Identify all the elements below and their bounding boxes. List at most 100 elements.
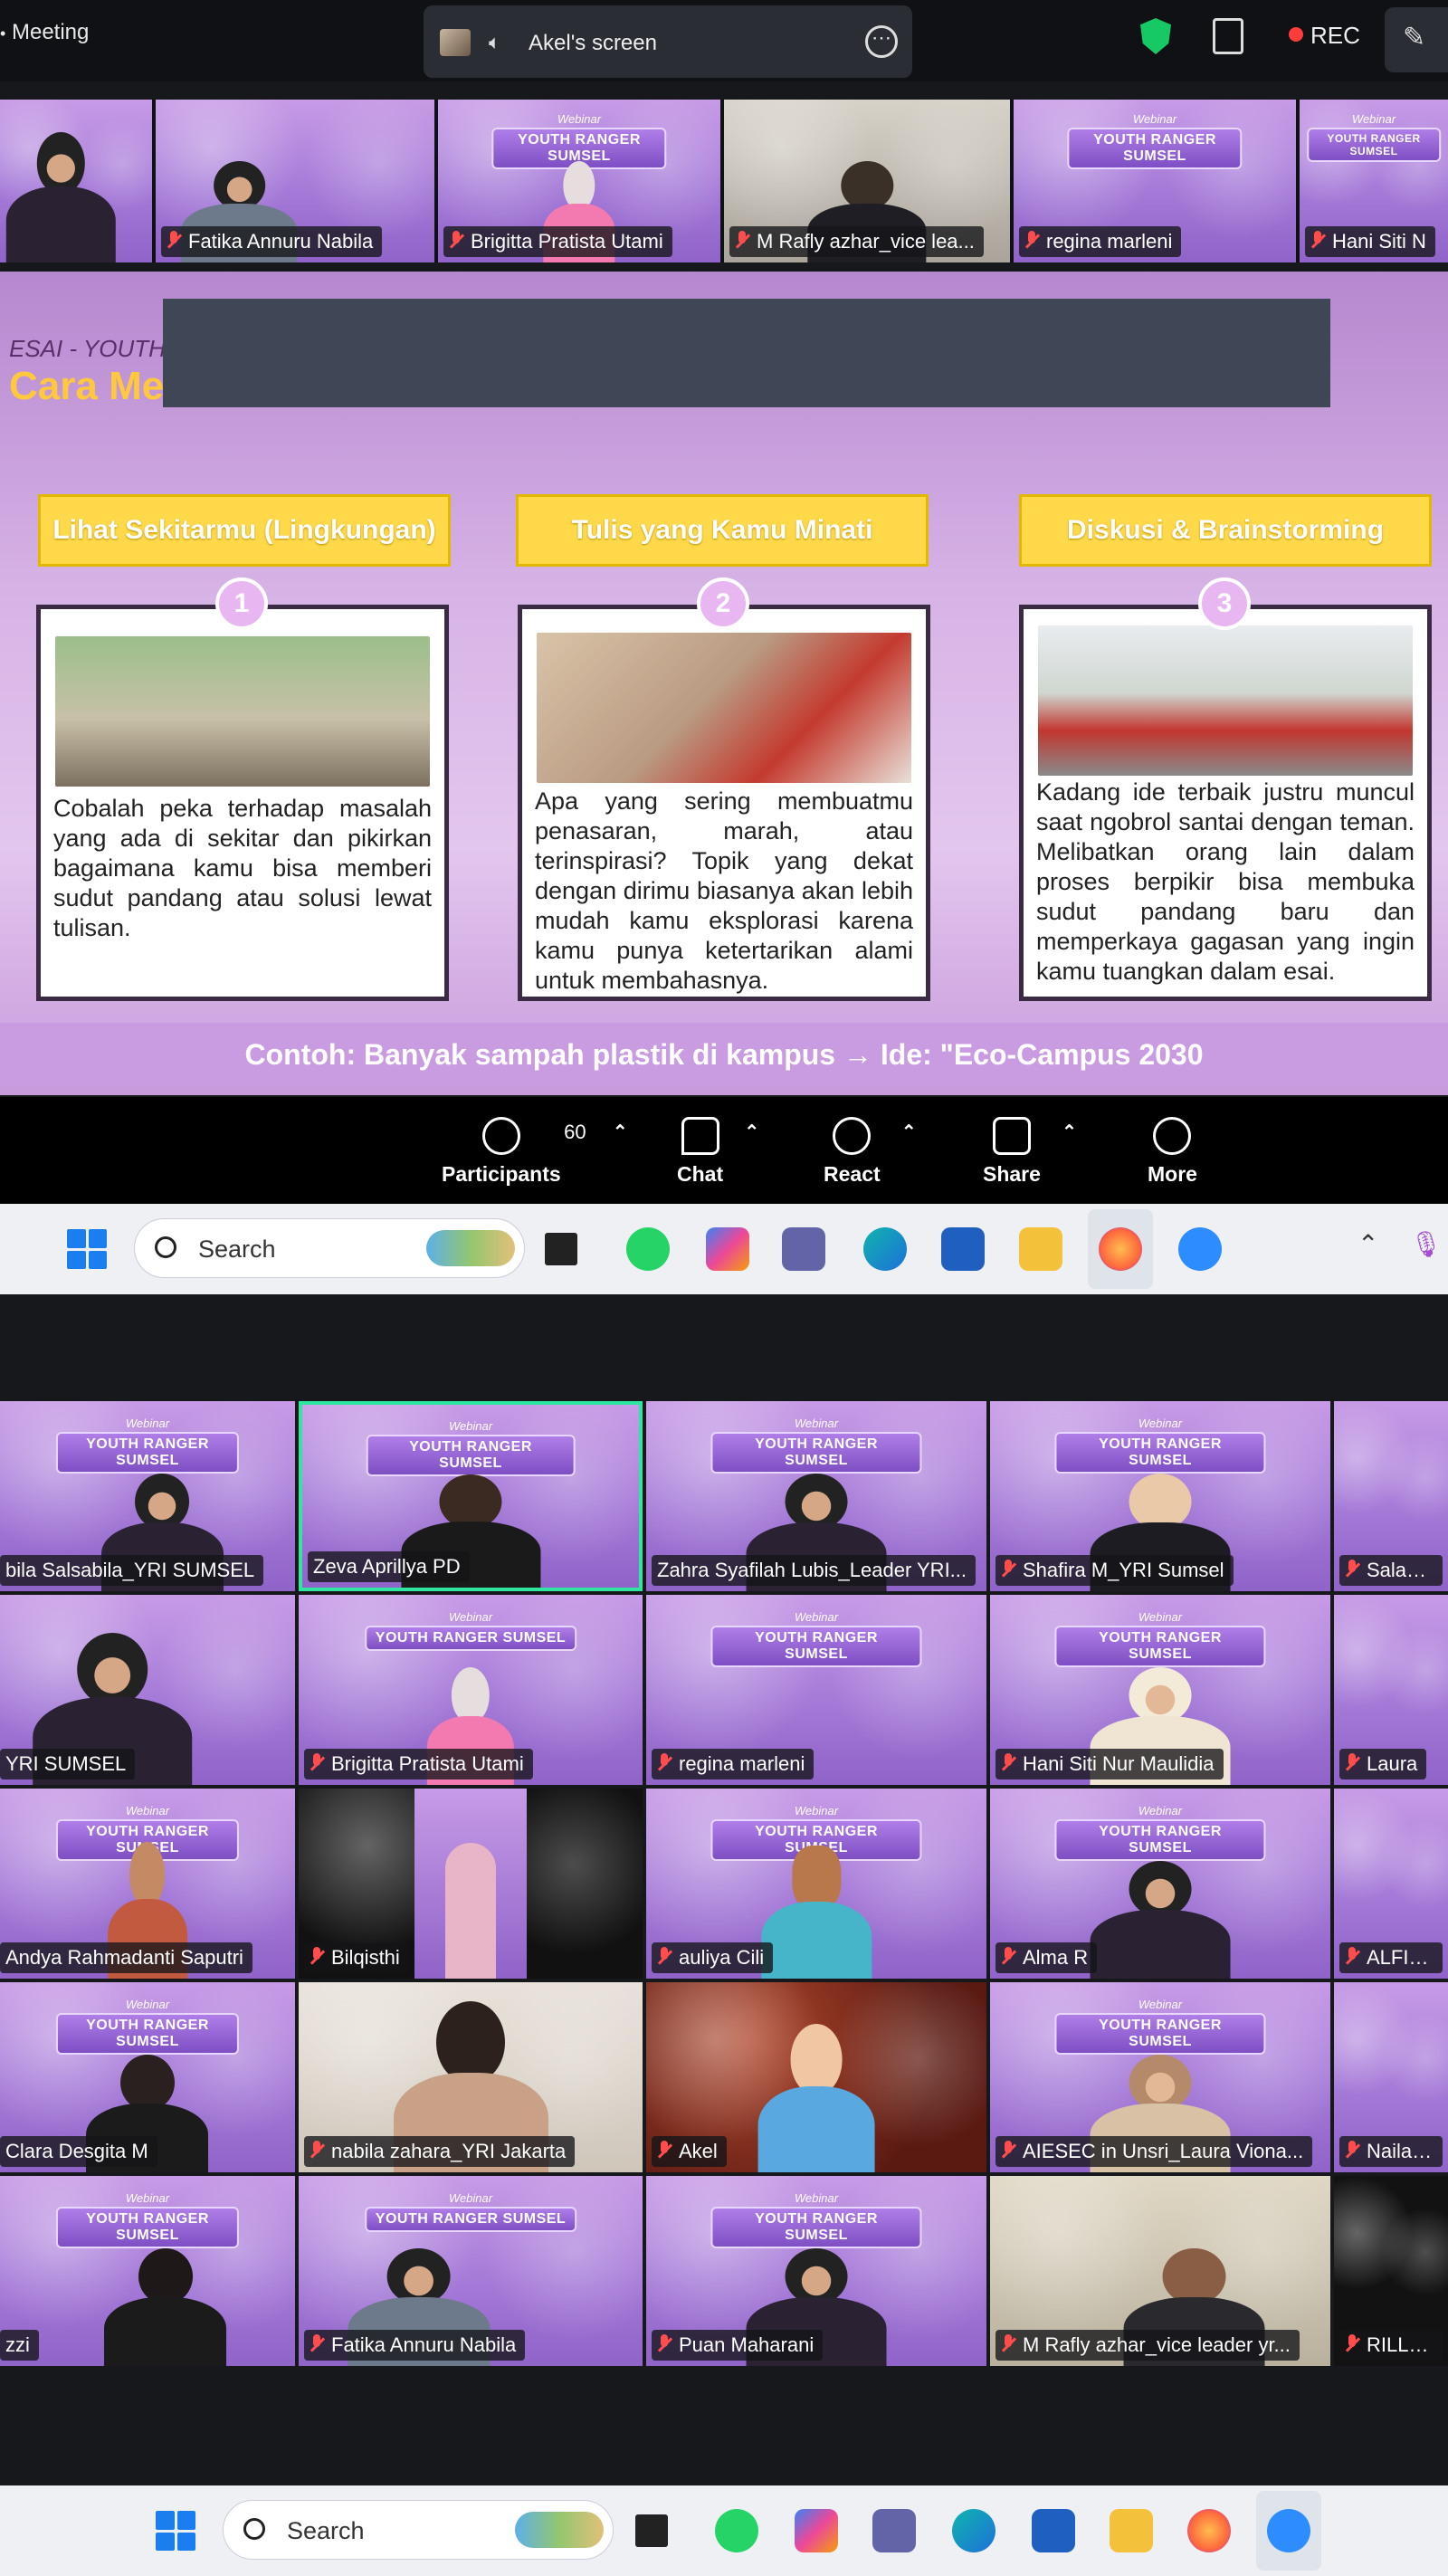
muted-mic-icon xyxy=(310,2334,324,2354)
whatsapp-icon[interactable] xyxy=(715,2509,758,2552)
store-icon[interactable] xyxy=(941,1227,985,1271)
gallery-tile[interactable]: ALFIATU xyxy=(1334,1789,1448,1979)
gallery-tile[interactable]: Salasatu xyxy=(1334,1401,1448,1591)
participant-avatar xyxy=(755,1846,877,1979)
windows-start-icon[interactable] xyxy=(156,2511,195,2551)
search-highlight-image xyxy=(515,2512,604,2548)
participant-name: Clara Desgita M xyxy=(0,2136,157,2167)
annotate-icon[interactable]: ✎ xyxy=(1385,7,1448,72)
tray-chevron-icon[interactable]: ⌃ xyxy=(1358,1229,1378,1259)
chevron-up-icon[interactable]: ⌃ xyxy=(901,1121,917,1143)
muted-mic-icon xyxy=(657,1753,672,1773)
task-view-icon[interactable] xyxy=(545,1233,577,1265)
gallery-tile[interactable]: nabila zahara_YRI Jakarta xyxy=(299,1982,643,2172)
security-shield-icon[interactable] xyxy=(1140,18,1171,54)
gallery-tile-active[interactable]: Webinar YOUTH RANGER SUMSEL Zeva Aprillya… xyxy=(299,1401,643,1591)
column-photo-2 xyxy=(537,633,911,783)
whatsapp-icon[interactable] xyxy=(626,1227,670,1271)
webinar-banner: WebinarYOUTH RANGER SUMSEL xyxy=(1307,112,1441,163)
strip-tile[interactable] xyxy=(0,100,152,262)
taskbar-search[interactable]: Search xyxy=(223,2500,614,2560)
copilot-icon[interactable] xyxy=(706,1227,749,1271)
gallery-tile[interactable]: Webinar YOUTH RANGER SUMSEL Clara Desgita… xyxy=(0,1982,295,2172)
firefox-icon[interactable] xyxy=(1187,2509,1231,2552)
notes-icon[interactable] xyxy=(1213,18,1243,54)
gallery-tile[interactable]: Webinar YOUTH RANGER SUMSEL Alma R xyxy=(990,1789,1330,1979)
gallery-tile[interactable]: WebinarYOUTH RANGER SUMSEL auliya Cili xyxy=(646,1789,986,1979)
store-icon[interactable] xyxy=(1032,2509,1075,2552)
muted-mic-icon xyxy=(1345,2141,1359,2161)
gallery-tile[interactable]: Webinar YOUTH RANGER SUMSEL regina marlen… xyxy=(646,1595,986,1785)
participants-button[interactable]: Participants 60 ⌃ xyxy=(442,1117,628,1187)
strip-tile[interactable]: Fatika Annuru Nabila xyxy=(156,100,434,262)
shared-slide: ESAI - YOUTH Cara Me Lihat Sekitarmu (Li… xyxy=(0,272,1448,1095)
teams-icon[interactable] xyxy=(782,1227,825,1271)
muted-mic-icon xyxy=(1310,231,1325,251)
chevron-up-icon[interactable]: ⌃ xyxy=(1062,1121,1077,1143)
gallery-tile[interactable]: RILLAH xyxy=(1334,2176,1448,2366)
participant-name: Puan Maharani xyxy=(652,2330,824,2361)
teams-icon[interactable] xyxy=(872,2509,916,2552)
share-button[interactable]: Share ⌃ xyxy=(983,1117,1077,1187)
task-view-icon[interactable] xyxy=(635,2514,668,2547)
recording-indicator[interactable]: REC xyxy=(1289,22,1360,50)
taskbar-search[interactable]: Search xyxy=(134,1218,525,1278)
chat-button[interactable]: Chat ⌃ xyxy=(677,1117,759,1187)
slide-subtitle: ESAI - YOUTH xyxy=(9,335,166,362)
chevron-up-icon[interactable]: ⌃ xyxy=(613,1121,628,1143)
gallery-tile[interactable]: Webinar YOUTH RANGER SUMSEL Hani Siti Nur… xyxy=(990,1595,1330,1785)
file-explorer-icon[interactable] xyxy=(1110,2509,1153,2552)
gallery-tile[interactable]: Webinar YOUTH RANGER SUMSEL bila Salsabil… xyxy=(0,1401,295,1591)
participant-name: Fatika Annuru Nabila xyxy=(161,226,383,257)
participant-name: Hani Siti N xyxy=(1305,226,1435,257)
zoom-icon[interactable] xyxy=(1267,2509,1310,2552)
participant-avatar xyxy=(752,2024,881,2172)
meeting-tab[interactable]: • Meeting xyxy=(0,20,89,45)
zoom-icon[interactable] xyxy=(1178,1227,1222,1271)
muted-mic-icon xyxy=(657,2334,672,2354)
more-options-icon[interactable]: ⋯ xyxy=(865,25,898,58)
slide-title-cover xyxy=(163,299,1330,407)
gallery-tile[interactable]: Akel xyxy=(646,1982,986,2172)
copilot-icon[interactable] xyxy=(795,2509,838,2552)
file-explorer-icon[interactable] xyxy=(1019,1227,1062,1271)
column-header-2: Tulis yang Kamu Minati xyxy=(516,494,929,567)
participant-video xyxy=(0,132,121,262)
gallery-tile[interactable]: Webinar YOUTH RANGER SUMSEL Brigitta Prat… xyxy=(299,1595,643,1785)
gallery-tile[interactable]: WebinarYOUTH RANGER SUMSEL Andya Rahmada… xyxy=(0,1789,295,1979)
gallery-tile[interactable]: Nailah_ xyxy=(1334,1982,1448,2172)
strip-tile[interactable]: Webinar YOUTH RANGER SUMSEL regina marlen… xyxy=(1014,100,1296,262)
gallery-tile[interactable]: Laura xyxy=(1334,1595,1448,1785)
chevron-up-icon[interactable]: ⌃ xyxy=(744,1121,759,1143)
firefox-icon[interactable] xyxy=(1099,1227,1142,1271)
muted-mic-icon xyxy=(167,231,181,251)
gallery-tile[interactable]: Webinar YOUTH RANGER SUMSEL Shafira M_YRI… xyxy=(990,1401,1330,1591)
heart-icon xyxy=(833,1117,872,1155)
rec-dot-icon xyxy=(1289,27,1303,42)
gallery-tile[interactable]: Webinar YOUTH RANGER SUMSEL AIESEC in Uns… xyxy=(990,1982,1330,2172)
slide-example-footer: Contoh: Banyak sampah plastik di kampus … xyxy=(0,1023,1448,1086)
windows-start-icon[interactable] xyxy=(67,1229,107,1269)
gallery-tile[interactable]: YRI SUMSEL xyxy=(0,1595,295,1785)
more-button[interactable]: More xyxy=(1148,1117,1197,1187)
gallery-tile[interactable]: M Rafly azhar_vice leader yr... xyxy=(990,2176,1330,2366)
muted-mic-icon xyxy=(1001,1753,1015,1773)
gallery-tile[interactable]: Webinar YOUTH RANGER SUMSEL Puan Maharani xyxy=(646,2176,986,2366)
strip-tile[interactable]: Webinar YOUTH RANGER SUMSEL Hani Siti N xyxy=(1300,100,1448,262)
strip-tile[interactable]: Webinar YOUTH RANGER SUMSEL Brigitta Prat… xyxy=(438,100,720,262)
gallery-tile[interactable]: Webinar YOUTH RANGER SUMSEL Fatika Annuru… xyxy=(299,2176,643,2366)
shared-screen-tab[interactable]: 🔈︎ Akel's screen ⋯ xyxy=(424,5,912,78)
mic-tray-icon[interactable]: 🎙︎ xyxy=(1410,1229,1443,1259)
muted-mic-icon xyxy=(735,231,749,251)
edge-icon[interactable] xyxy=(952,2509,996,2552)
react-button[interactable]: React ⌃ xyxy=(824,1117,917,1187)
gallery-tile[interactable]: Webinar YOUTH RANGER SUMSEL Zahra Syafila… xyxy=(646,1401,986,1591)
strip-tile[interactable]: M Rafly azhar_vice lea... xyxy=(724,100,1010,262)
participant-name: ALFIATU xyxy=(1339,1942,1443,1973)
webinar-banner: WebinarYOUTH RANGER SUMSEL xyxy=(1054,1998,1266,2055)
participant-name: Laura xyxy=(1339,1749,1427,1779)
participant-name: Fatika Annuru Nabila xyxy=(304,2330,526,2361)
gallery-tile[interactable]: Bilqisthi xyxy=(299,1789,643,1979)
edge-icon[interactable] xyxy=(863,1227,907,1271)
gallery-tile[interactable]: Webinar YOUTH RANGER SUMSEL zzi xyxy=(0,2176,295,2366)
